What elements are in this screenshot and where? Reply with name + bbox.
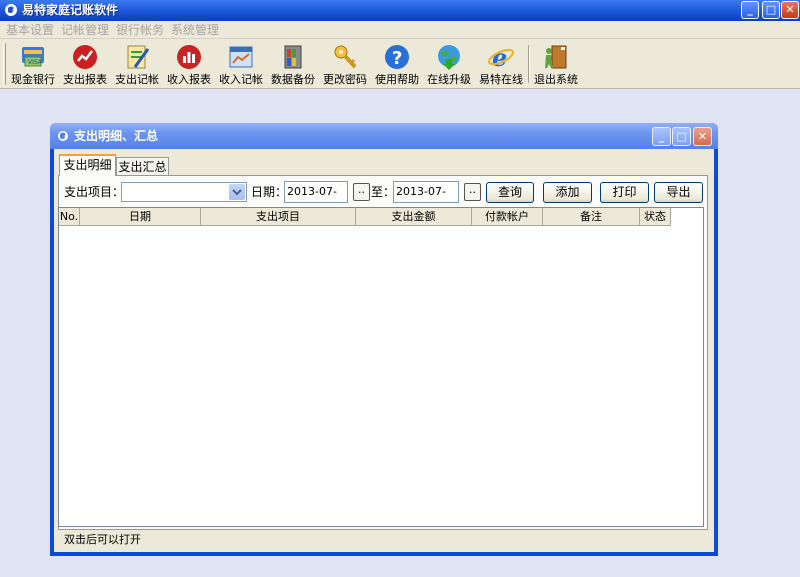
- toolbar-label: 现金银行: [11, 73, 55, 86]
- column-header-expense-item[interactable]: 支出项目: [201, 208, 356, 226]
- toolbar-label: 使用帮助: [375, 73, 419, 86]
- toolbar-yite-online-button[interactable]: e 易特在线: [476, 41, 526, 87]
- minimize-button[interactable]: _: [741, 1, 759, 19]
- grid-body[interactable]: [58, 207, 704, 527]
- tab-expense-summary[interactable]: 支出汇总: [116, 157, 169, 177]
- child-titlebar[interactable]: 支出明细、汇总 _ □ ✕: [50, 123, 718, 149]
- menu-bookkeeping[interactable]: 记帐管理: [61, 22, 109, 38]
- status-hint: 双击后可以打开: [64, 533, 141, 546]
- toolbar-income-report-button[interactable]: 收入报表: [164, 41, 214, 87]
- add-button[interactable]: 添加: [543, 182, 592, 203]
- key-icon: [334, 45, 357, 69]
- toolbar-change-password-button[interactable]: 更改密码: [320, 41, 370, 87]
- toolbar-label: 收入报表: [167, 73, 211, 86]
- column-header-no[interactable]: No.: [59, 208, 80, 226]
- svg-text:VISA: VISA: [28, 59, 43, 66]
- toolbar-cash-bank-button[interactable]: VISA 现金银行: [8, 41, 58, 87]
- menu-system[interactable]: 系统管理: [171, 22, 219, 38]
- toolbar: VISA 现金银行 支出报表 支出记帐 收入报表 收入记帐 数据备份 更改密码 …: [0, 39, 800, 89]
- toolbar-exit-button[interactable]: 退出系统: [531, 41, 581, 87]
- print-button[interactable]: 打印: [600, 182, 649, 203]
- toolbar-label: 数据备份: [271, 73, 315, 86]
- chevron-down-icon[interactable]: [229, 184, 245, 200]
- to-label: 至：: [371, 185, 396, 199]
- column-header-payment-account[interactable]: 付款帐户: [472, 208, 543, 226]
- income-report-icon: [177, 45, 201, 69]
- date-from-picker-button[interactable]: ..: [353, 183, 370, 201]
- menu-bank-accounts[interactable]: 银行帐务: [116, 22, 164, 38]
- toolbar-separator: [528, 45, 530, 83]
- help-icon: ?: [385, 45, 409, 69]
- backup-icon: [284, 45, 302, 69]
- expense-entry-icon: [127, 45, 150, 69]
- toolbar-label: 收入记帐: [219, 73, 263, 86]
- toolbar-income-entry-button[interactable]: 收入记帐: [216, 41, 266, 87]
- column-header-amount[interactable]: 支出金额: [356, 208, 472, 226]
- toolbar-label: 在线升级: [427, 73, 471, 86]
- export-button[interactable]: 导出: [654, 182, 703, 203]
- toolbar-label: 支出报表: [63, 73, 107, 86]
- svg-text:e: e: [492, 43, 507, 71]
- query-button[interactable]: 查询: [486, 182, 534, 203]
- cash-bank-icon: VISA: [22, 47, 44, 67]
- close-button[interactable]: ✕: [781, 1, 799, 19]
- menu-basic-settings[interactable]: 基本设置: [6, 22, 54, 38]
- toolbar-label: 易特在线: [479, 73, 523, 86]
- expense-item-select[interactable]: [121, 182, 247, 202]
- toolbar-online-update-button[interactable]: 在线升级: [424, 41, 474, 87]
- child-window-title: 支出明细、汇总: [74, 129, 159, 143]
- update-icon: [438, 45, 460, 70]
- expense-grid[interactable]: No. 日期 支出项目 支出金额 付款帐户 备注 状态: [58, 207, 706, 527]
- app-titlebar: 易特家庭记账软件 _ □ ✕: [0, 0, 800, 21]
- toolbar-backup-button[interactable]: 数据备份: [268, 41, 318, 87]
- tab-expense-detail[interactable]: 支出明细: [59, 154, 116, 176]
- child-minimize-button[interactable]: _: [652, 127, 671, 146]
- column-header-date[interactable]: 日期: [80, 208, 201, 226]
- toolbar-expense-report-button[interactable]: 支出报表: [60, 41, 110, 87]
- date-to-picker-button[interactable]: ..: [464, 183, 481, 201]
- toolbar-expense-entry-button[interactable]: 支出记帐: [112, 41, 162, 87]
- expense-item-label: 支出项目：: [64, 185, 125, 199]
- toolbar-grip[interactable]: [3, 43, 6, 85]
- expense-report-icon: [73, 45, 97, 69]
- toolbar-help-button[interactable]: ? 使用帮助: [372, 41, 422, 87]
- child-close-button[interactable]: ✕: [693, 127, 712, 146]
- date-from-input[interactable]: 2013-07-01: [284, 181, 348, 218]
- child-window-icon: [58, 131, 68, 141]
- date-label: 日期：: [251, 185, 288, 199]
- menu-bar: 基本设置 记帐管理 银行帐务 系统管理: [0, 21, 800, 39]
- column-header-note[interactable]: 备注: [543, 208, 640, 226]
- app-icon: [5, 4, 17, 16]
- income-entry-icon: [229, 46, 253, 68]
- toolbar-label: 支出记帐: [115, 73, 159, 86]
- exit-icon: [545, 45, 567, 69]
- maximize-button[interactable]: □: [762, 1, 780, 19]
- date-to-input[interactable]: 2013-07-30: [393, 181, 459, 218]
- column-header-status[interactable]: 状态: [640, 208, 671, 226]
- toolbar-label: 退出系统: [534, 73, 578, 86]
- ie-icon: e: [488, 43, 514, 71]
- toolbar-label: 更改密码: [323, 73, 367, 86]
- child-maximize-button[interactable]: □: [672, 127, 691, 146]
- app-title: 易特家庭记账软件: [22, 3, 119, 17]
- svg-text:?: ?: [392, 48, 402, 69]
